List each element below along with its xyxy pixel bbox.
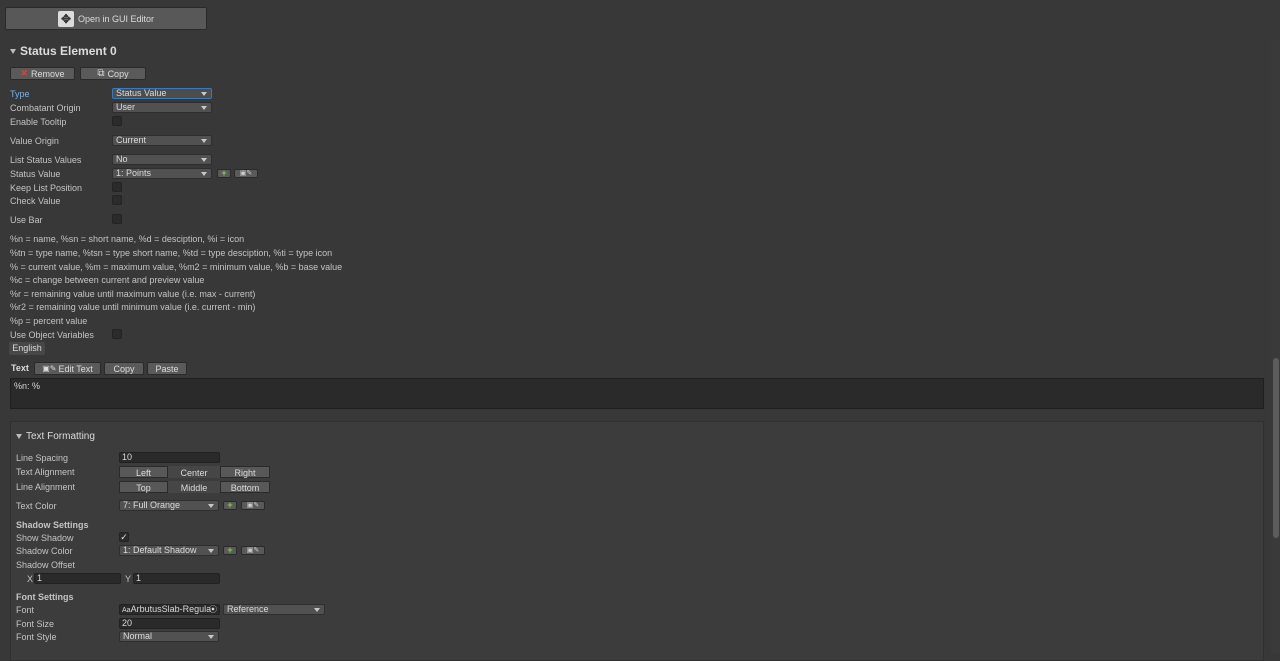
add-shadow-color-button[interactable]: + — [223, 546, 237, 555]
help-line: %n = name, %sn = short name, %d = descip… — [10, 234, 245, 244]
add-status-value-button[interactable]: + — [217, 169, 231, 178]
remove-button[interactable]: ✕ Remove — [10, 67, 75, 80]
check-value-checkbox[interactable] — [112, 195, 122, 205]
add-text-color-button[interactable]: + — [223, 501, 237, 510]
list-status-values-dropdown[interactable]: No — [112, 154, 212, 165]
font-size-label: Font Size — [16, 619, 55, 629]
line-align-top[interactable]: Top — [119, 481, 168, 493]
edit-status-value-button[interactable]: ▣✎ — [234, 169, 258, 178]
value-origin-label: Value Origin — [10, 136, 59, 146]
shadow-settings-header: Shadow Settings — [16, 520, 89, 530]
status-value-dropdown[interactable]: 1: Points — [112, 168, 212, 179]
line-alignment-toggle: Top Middle Bottom — [119, 481, 270, 493]
font-mode-dropdown[interactable]: Reference — [223, 604, 325, 615]
use-object-variables-label: Use Object Variables — [10, 330, 94, 340]
text-align-left[interactable]: Left — [119, 466, 168, 478]
font-style-label: Font Style — [16, 632, 57, 642]
shadow-offset-y-input[interactable]: 1 — [133, 573, 220, 584]
type-label: Type — [10, 89, 30, 99]
object-picker-icon[interactable]: ⦿ — [209, 605, 217, 614]
edit-icon: ▣✎ — [42, 364, 57, 373]
font-object-field[interactable]: AaArbutusSlab-Regula ⦿ — [119, 604, 220, 615]
value-origin-dropdown[interactable]: Current — [112, 135, 212, 146]
use-object-variables-checkbox[interactable] — [112, 329, 122, 339]
text-align-center[interactable]: Center — [168, 466, 220, 478]
help-line: %p = percent value — [10, 316, 88, 326]
enable-tooltip-checkbox[interactable] — [112, 116, 122, 126]
copy-icon: ⧉ — [97, 68, 105, 79]
use-bar-label: Use Bar — [10, 215, 43, 225]
line-alignment-label: Line Alignment — [16, 482, 76, 492]
line-spacing-input[interactable]: 10 — [119, 452, 220, 463]
shadow-color-dropdown[interactable]: 1: Default Shadow — [119, 545, 219, 556]
text-align-right[interactable]: Right — [220, 466, 270, 478]
shadow-offset-y-label: Y — [125, 574, 132, 584]
shadow-color-label: Shadow Color — [16, 546, 73, 556]
language-tab-english[interactable]: English — [9, 342, 45, 355]
scrollbar-track[interactable] — [1271, 40, 1280, 653]
foldout-arrow-icon — [16, 433, 22, 439]
font-size-input[interactable]: 20 — [119, 618, 220, 629]
text-color-dropdown[interactable]: 7: Full Orange — [119, 500, 219, 511]
combatant-origin-dropdown[interactable]: User — [112, 102, 212, 113]
paste-text-button[interactable]: Paste — [147, 362, 187, 375]
text-input[interactable]: %n: % — [10, 378, 1264, 409]
help-line: %r2 = remaining value until minimum valu… — [10, 302, 256, 312]
open-gui-editor-button[interactable]: ✥ Open in GUI Editor — [5, 7, 207, 30]
text-alignment-toggle: Left Center Right — [119, 466, 270, 478]
line-spacing-label: Line Spacing — [16, 453, 69, 463]
font-asset-icon: Aa — [122, 607, 131, 614]
enable-tooltip-label: Enable Tooltip — [10, 117, 67, 127]
status-element-title: Status Element 0 — [20, 44, 117, 58]
text-section-label: Text — [11, 363, 29, 373]
help-line: %c = change between current and preview … — [10, 275, 205, 285]
font-settings-header: Font Settings — [16, 592, 74, 602]
use-bar-checkbox[interactable] — [112, 214, 122, 224]
line-align-middle[interactable]: Middle — [168, 481, 220, 493]
status-element-header[interactable]: Status Element 0 — [10, 44, 117, 58]
keep-list-position-label: Keep List Position — [10, 183, 83, 193]
keep-list-position-checkbox[interactable] — [112, 182, 122, 192]
check-value-label: Check Value — [10, 196, 61, 206]
scrollbar-thumb[interactable] — [1273, 358, 1279, 538]
text-alignment-label: Text Alignment — [16, 467, 75, 477]
copy-text-button[interactable]: Copy — [104, 362, 144, 375]
copy-element-button[interactable]: ⧉ Copy — [80, 67, 146, 80]
list-status-values-label: List Status Values — [10, 155, 82, 165]
edit-text-button[interactable]: ▣✎ Edit Text — [34, 362, 101, 375]
foldout-arrow-icon — [10, 49, 16, 55]
shadow-offset-x-input[interactable]: 1 — [34, 573, 121, 584]
shadow-offset-label: Shadow Offset — [16, 560, 75, 570]
help-line: % = current value, %m = maximum value, %… — [10, 262, 343, 272]
shadow-offset-x-label: X — [27, 574, 34, 584]
show-shadow-checkbox[interactable]: ✓ — [119, 532, 129, 542]
combatant-origin-label: Combatant Origin — [10, 103, 81, 113]
font-label: Font — [16, 605, 35, 615]
edit-text-color-button[interactable]: ▣✎ — [241, 501, 265, 510]
help-line: %r = remaining value until maximum value… — [10, 289, 256, 299]
text-color-label: Text Color — [16, 501, 57, 511]
line-align-bottom[interactable]: Bottom — [220, 481, 270, 493]
remove-x-icon: ✕ — [20, 68, 29, 78]
move-arrows-icon: ✥ — [57, 10, 74, 27]
type-dropdown[interactable]: Status Value — [112, 88, 212, 99]
help-line: %tn = type name, %tsn = type short name,… — [10, 248, 333, 258]
font-style-dropdown[interactable]: Normal — [119, 631, 219, 642]
edit-shadow-color-button[interactable]: ▣✎ — [241, 546, 265, 555]
show-shadow-label: Show Shadow — [16, 533, 74, 543]
status-value-label: Status Value — [10, 169, 61, 179]
text-formatting-header[interactable]: Text Formatting — [16, 431, 95, 442]
